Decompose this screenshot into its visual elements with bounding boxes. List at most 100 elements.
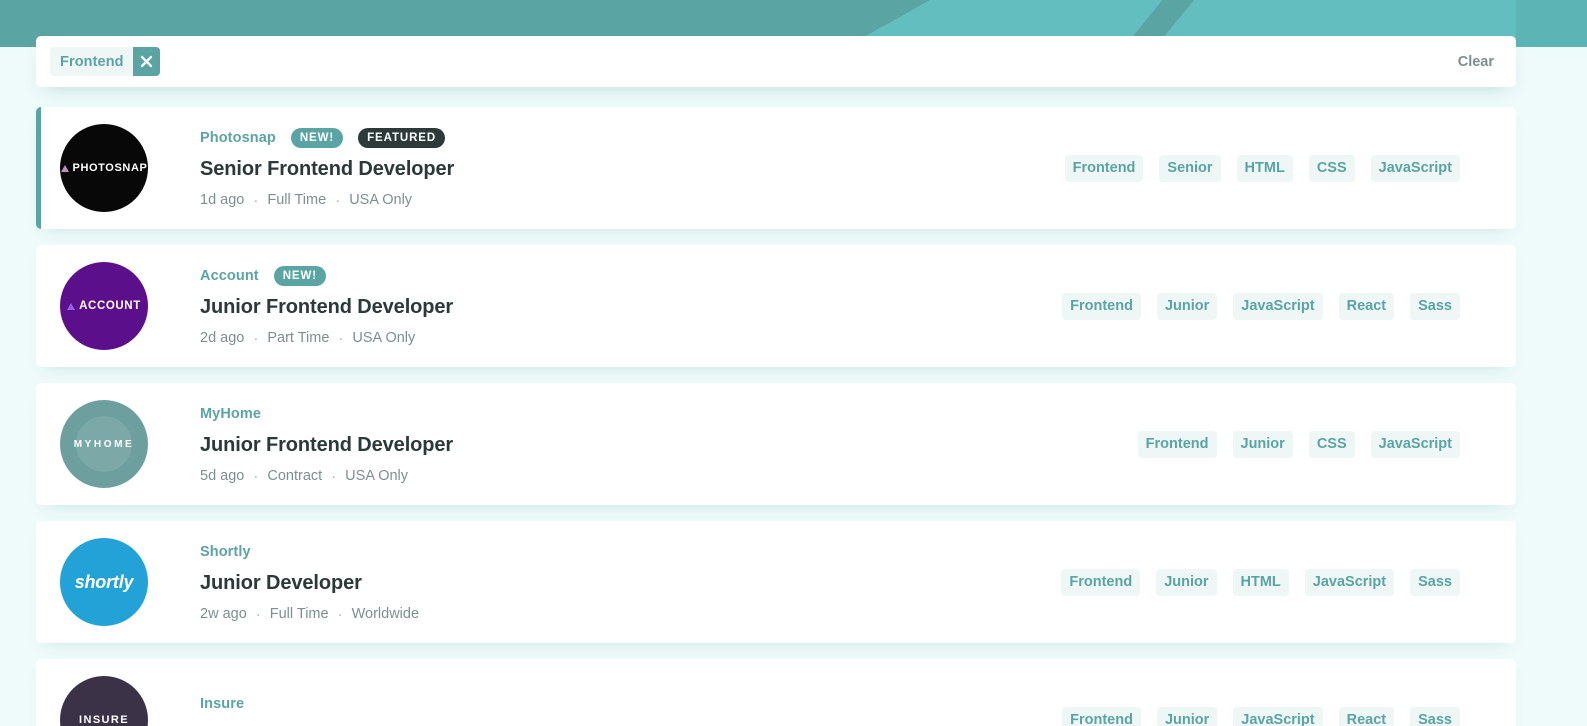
job-card[interactable]: MYHOME MyHome Junior Frontend Developer 5d … xyxy=(36,383,1516,505)
close-icon[interactable] xyxy=(132,47,160,76)
job-location: Worldwide xyxy=(351,606,420,622)
job-location: USA Only xyxy=(349,192,413,208)
job-posted-date: 2d ago xyxy=(200,330,245,346)
job-contract-type: Part Time xyxy=(267,330,330,346)
job-contract-type: Contract xyxy=(267,468,323,484)
filter-chip[interactable]: Frontend xyxy=(50,47,160,76)
job-card[interactable]: shortly Shortly Junior Developer 2w ago · Ful… xyxy=(36,521,1516,643)
job-tag[interactable]: React xyxy=(1338,292,1395,320)
job-tag[interactable]: JavaScript xyxy=(1233,706,1323,726)
featured-badge: FEATURED xyxy=(358,128,446,148)
job-meta: 1d ago · Full Time · USA Only xyxy=(200,192,454,208)
job-tag[interactable]: JavaScript xyxy=(1370,154,1460,182)
meta-separator: · xyxy=(253,467,259,485)
job-tag[interactable]: CSS xyxy=(1308,154,1355,182)
job-tag-list: Frontend Senior HTML CSS JavaScript xyxy=(1064,154,1516,182)
company-logo-text: PHOTOSNAP xyxy=(72,162,148,174)
job-title[interactable]: Senior Frontend Developer xyxy=(200,158,454,181)
filter-bar: Frontend Clear xyxy=(36,36,1516,87)
job-contract-type: Full Time xyxy=(269,606,329,622)
company-name: Insure xyxy=(200,695,245,712)
company-logo: shortly xyxy=(60,538,148,626)
job-tag[interactable]: Frontend xyxy=(1062,292,1141,320)
meta-separator: · xyxy=(255,605,261,623)
job-tag[interactable]: Junior xyxy=(1232,430,1293,458)
meta-separator: · xyxy=(337,605,343,623)
job-tag-list: Frontend Junior JavaScript React Sass xyxy=(1062,292,1516,320)
job-tag[interactable]: CSS xyxy=(1308,430,1355,458)
job-listing-list: PHOTOSNAP Photosnap NEW! FEATURED Senior Fro… xyxy=(36,107,1516,726)
job-tag[interactable]: Frontend xyxy=(1061,568,1141,596)
job-tag[interactable]: HTML xyxy=(1236,154,1293,182)
company-logo-text: INSURE xyxy=(79,714,129,726)
job-posted-date: 5d ago xyxy=(200,468,245,484)
job-tag-list: Frontend Junior CSS JavaScript xyxy=(1137,430,1516,458)
job-company-row: Shortly xyxy=(200,542,419,562)
new-badge: NEW! xyxy=(290,128,344,148)
job-tag-list: Frontend Junior HTML JavaScript Sass xyxy=(1061,568,1516,596)
job-card[interactable]: PHOTOSNAP Photosnap NEW! FEATURED Senior Fro… xyxy=(36,107,1516,229)
filter-chip-label: Frontend xyxy=(50,47,133,76)
job-tag[interactable]: Frontend xyxy=(1137,430,1217,458)
job-tag[interactable]: Junior xyxy=(1156,568,1217,596)
job-title[interactable]: Junior Frontend Developer xyxy=(200,434,453,457)
job-meta: 5d ago · Contract · USA Only xyxy=(200,468,453,484)
meta-separator: · xyxy=(335,191,341,209)
company-name: Account xyxy=(200,268,259,284)
meta-separator: · xyxy=(338,329,344,347)
job-title[interactable]: Junior Developer xyxy=(200,572,419,595)
job-tag-list: Frontend Junior JavaScript React Sass xyxy=(1062,706,1516,726)
logo-triangle-icon xyxy=(67,302,76,310)
job-info: Account NEW! Junior Frontend Developer 2d a… xyxy=(200,266,453,346)
job-tag[interactable]: Junior xyxy=(1156,292,1218,320)
company-logo: ACCOUNT xyxy=(60,262,148,350)
clear-filters-button[interactable]: Clear xyxy=(1458,54,1494,70)
job-tag[interactable]: Senior xyxy=(1159,154,1221,182)
company-logo-text: MYHOME xyxy=(73,438,135,450)
company-name: Shortly xyxy=(200,544,251,560)
job-tag[interactable]: JavaScript xyxy=(1304,568,1395,596)
company-logo-text: shortly xyxy=(74,571,134,592)
job-company-row: Account NEW! xyxy=(200,266,453,286)
company-name: Photosnap xyxy=(200,130,276,146)
job-location: USA Only xyxy=(352,330,416,346)
job-info: MyHome Junior Frontend Developer 5d ago · Co… xyxy=(200,404,453,484)
job-tag[interactable]: HTML xyxy=(1232,568,1289,596)
meta-separator: · xyxy=(253,329,259,347)
job-posted-date: 2w ago xyxy=(200,606,247,622)
meta-separator: · xyxy=(331,467,337,485)
job-tag[interactable]: Frontend xyxy=(1062,706,1141,726)
job-posted-date: 1d ago xyxy=(200,192,245,208)
company-logo: PHOTOSNAP xyxy=(60,124,148,212)
job-title[interactable]: Junior Frontend Developer xyxy=(200,296,453,319)
job-company-row: MyHome xyxy=(200,404,453,424)
job-meta: 2d ago · Part Time · USA Only xyxy=(200,330,453,346)
logo-triangle-icon xyxy=(60,164,69,172)
header-right-cap xyxy=(1516,0,1587,47)
job-info: InsureJunior Frontend Developer xyxy=(200,694,453,726)
job-contract-type: Full Time xyxy=(267,192,327,208)
company-logo-text: ACCOUNT xyxy=(79,300,141,312)
job-tag[interactable]: Sass xyxy=(1410,292,1460,320)
company-logo: INSURE xyxy=(60,676,148,726)
job-tag[interactable]: React xyxy=(1338,706,1395,726)
company-logo: MYHOME xyxy=(60,400,148,488)
company-name: MyHome xyxy=(200,406,262,422)
job-info: Photosnap NEW! FEATURED Senior Frontend Dev… xyxy=(200,128,454,208)
job-company-row: Photosnap NEW! FEATURED xyxy=(200,128,454,148)
job-location: USA Only xyxy=(345,468,409,484)
job-tag[interactable]: JavaScript xyxy=(1370,430,1460,458)
job-tag[interactable]: Frontend xyxy=(1064,154,1144,182)
job-card[interactable]: INSURE InsureJunior Frontend Developer Fro… xyxy=(36,659,1516,726)
job-tag[interactable]: Junior xyxy=(1156,706,1218,726)
filter-chip-list: Frontend xyxy=(50,47,1458,76)
new-badge: NEW! xyxy=(273,266,326,286)
job-meta: 2w ago · Full Time · Worldwide xyxy=(200,606,419,622)
job-tag[interactable]: JavaScript xyxy=(1233,292,1323,320)
meta-separator: · xyxy=(253,191,259,209)
job-card[interactable]: ACCOUNT Account NEW! Junior Frontend Develo… xyxy=(36,245,1516,367)
job-tag[interactable]: Sass xyxy=(1410,568,1460,596)
job-info: Shortly Junior Developer 2w ago · Full Time ·… xyxy=(200,542,419,622)
job-tag[interactable]: Sass xyxy=(1410,706,1460,726)
job-company-row: Insure xyxy=(200,694,453,714)
